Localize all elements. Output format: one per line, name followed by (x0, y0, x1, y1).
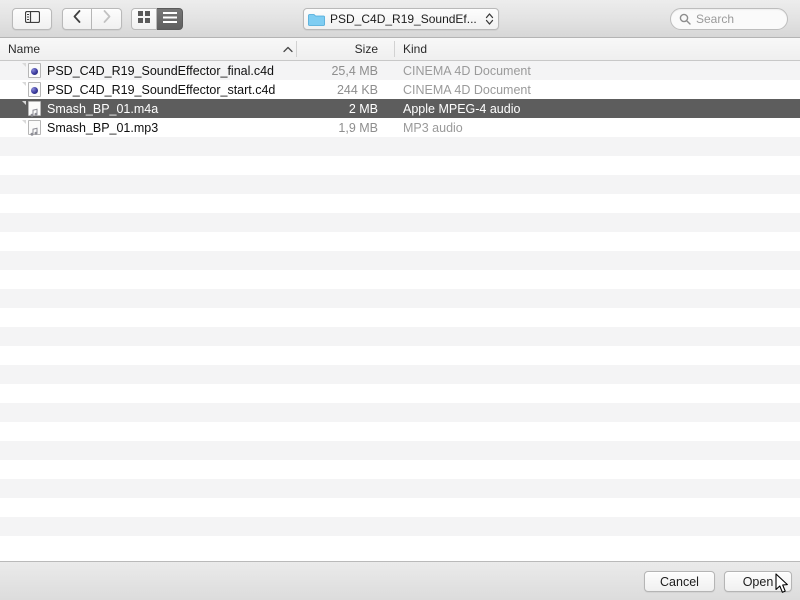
empty-row[interactable] (0, 403, 800, 422)
search-field[interactable]: Search (670, 8, 788, 30)
navigation-segmented-control (62, 7, 122, 30)
empty-row[interactable] (0, 232, 800, 251)
bottom-button-bar: Cancel Open (0, 561, 800, 600)
empty-row[interactable] (0, 270, 800, 289)
empty-row[interactable] (0, 422, 800, 441)
folder-icon (308, 13, 325, 26)
file-list[interactable]: PSD_C4D_R19_SoundEffector_final.c4d 25,4 … (0, 61, 800, 561)
empty-row[interactable] (0, 384, 800, 403)
empty-row[interactable] (0, 289, 800, 308)
file-name: Smash_BP_01.mp3 (47, 120, 159, 135)
cancel-button[interactable]: Cancel (644, 571, 715, 592)
file-kind: CINEMA 4D Document (403, 82, 531, 97)
page-fold (22, 63, 26, 67)
file-size: 2 MB (348, 101, 378, 116)
empty-row[interactable] (0, 327, 800, 346)
page-fold (22, 120, 26, 124)
page-fold (22, 101, 26, 105)
toolbar: PSD_C4D_R19_SoundEf... Search (0, 0, 800, 38)
file-size: 25,4 MB (331, 63, 378, 78)
empty-row[interactable] (0, 460, 800, 479)
chevron-right-icon (103, 9, 111, 28)
list-view-button[interactable] (157, 7, 183, 30)
file-size: 1,9 MB (338, 120, 378, 135)
empty-row[interactable] (0, 517, 800, 536)
file-name: PSD_C4D_R19_SoundEffector_start.c4d (47, 82, 276, 97)
chevron-left-icon (73, 9, 81, 28)
empty-row[interactable] (0, 365, 800, 384)
file-kind: MP3 audio (403, 120, 463, 135)
empty-row[interactable] (0, 479, 800, 498)
sphere-glyph (31, 68, 38, 75)
sphere-glyph (31, 87, 38, 94)
empty-row[interactable] (0, 498, 800, 517)
open-button[interactable]: Open (724, 571, 792, 592)
file-icon (22, 63, 42, 78)
column-header-size[interactable]: Size (296, 38, 386, 60)
column-header-kind[interactable]: Kind (403, 38, 427, 60)
sort-ascending-icon (283, 38, 293, 60)
updown-chevron-icon (485, 12, 494, 26)
file-name: Smash_BP_01.m4a (47, 101, 159, 116)
file-size: 244 KB (336, 82, 378, 97)
file-row[interactable]: PSD_C4D_R19_SoundEffector_final.c4d 25,4 … (0, 61, 800, 80)
empty-row[interactable] (0, 308, 800, 327)
file-kind: CINEMA 4D Document (403, 63, 531, 78)
empty-row[interactable] (0, 213, 800, 232)
empty-row[interactable] (0, 156, 800, 175)
empty-row[interactable] (0, 175, 800, 194)
empty-row[interactable] (0, 346, 800, 365)
view-mode-segmented-control (131, 7, 183, 30)
path-popup-button[interactable]: PSD_C4D_R19_SoundEf... (303, 8, 499, 30)
file-row[interactable]: Smash_BP_01.mp3 1,9 MB MP3 audio (0, 118, 800, 137)
file-kind: Apple MPEG-4 audio (403, 101, 521, 116)
file-row[interactable]: Smash_BP_01.m4a 2 MB Apple MPEG-4 audio (0, 99, 800, 118)
empty-row[interactable] (0, 251, 800, 270)
file-icon (22, 120, 42, 136)
file-icon (22, 101, 42, 117)
page-fold (22, 82, 26, 86)
forward-button[interactable] (92, 7, 122, 30)
search-input[interactable]: Search (696, 12, 734, 26)
empty-row[interactable] (0, 441, 800, 460)
empty-row[interactable] (0, 536, 800, 555)
open-file-dialog: PSD_C4D_R19_SoundEf... Search Name Size … (0, 0, 800, 600)
file-icon (22, 82, 42, 97)
file-row[interactable]: PSD_C4D_R19_SoundEffector_start.c4d 244 K… (0, 80, 800, 99)
column-header-row: Name Size Kind (0, 38, 800, 61)
grid-icon (138, 10, 150, 28)
path-popup-label: PSD_C4D_R19_SoundEf... (330, 12, 477, 26)
search-icon (679, 13, 691, 25)
file-name: PSD_C4D_R19_SoundEffector_final.c4d (47, 63, 274, 78)
empty-row[interactable] (0, 194, 800, 213)
sidebar-toggle-button[interactable] (12, 7, 52, 30)
sidebar-toggle-icon (24, 10, 40, 28)
icon-view-button[interactable] (131, 7, 157, 30)
back-button[interactable] (62, 7, 92, 30)
column-divider-2[interactable] (394, 41, 395, 57)
column-header-name[interactable]: Name (8, 38, 40, 60)
list-icon (162, 10, 177, 28)
empty-row[interactable] (0, 137, 800, 156)
